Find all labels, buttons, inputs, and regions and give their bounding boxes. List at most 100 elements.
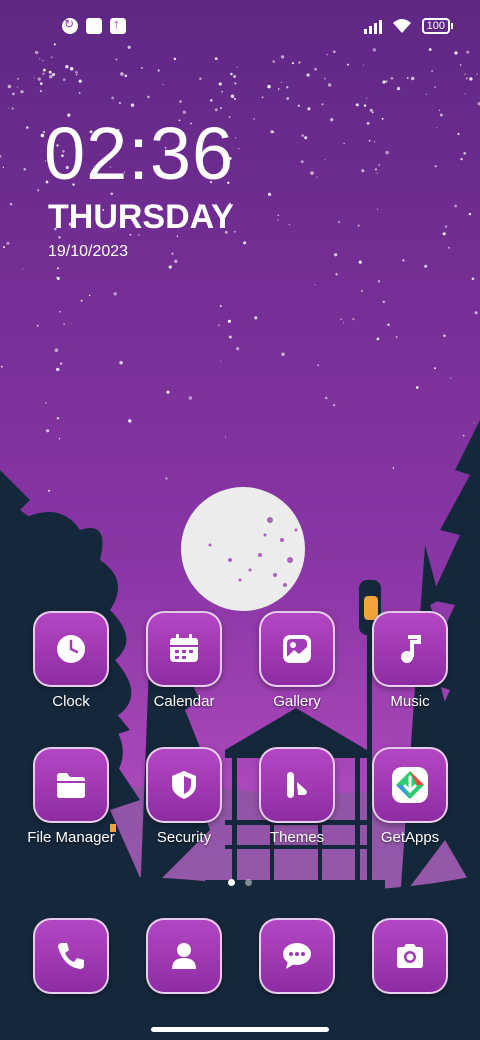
moon [181,487,305,611]
battery-level: 100 [426,20,445,32]
star [37,77,41,81]
star [42,72,45,75]
app-themes[interactable]: Themes [242,747,352,847]
app-tile[interactable] [372,918,448,994]
app-music[interactable]: Music [355,611,465,711]
star [324,158,326,160]
messages-icon [283,943,311,969]
clock-time[interactable]: 02:36 [44,112,234,196]
star [11,107,14,110]
app-tile[interactable] [146,918,222,994]
dock-phone[interactable] [16,918,126,994]
app-tile[interactable] [372,747,448,823]
star [267,192,272,196]
app-calendar[interactable]: Calendar [129,611,239,711]
app-getapps[interactable]: GetApps [355,747,465,847]
star [471,277,475,281]
gallery-icon [283,635,311,663]
star [40,82,43,85]
app-security[interactable]: Security [129,747,239,847]
star [395,336,398,338]
star [0,365,3,368]
star [88,294,91,297]
star [278,88,280,90]
clock-day: THURSDAY [48,198,234,236]
star [173,57,177,61]
app-tile[interactable] [33,747,109,823]
star [307,107,311,111]
app-tile[interactable] [146,747,222,823]
star [141,67,143,69]
star [270,130,274,134]
app-tile[interactable] [259,747,335,823]
star [301,134,304,137]
star [220,360,222,362]
clock-date: 19/10/2023 [48,243,129,260]
star [272,60,276,63]
app-tile[interactable] [259,918,335,994]
star [373,141,376,143]
star [377,279,381,283]
dock-camera[interactable] [355,918,465,994]
app-clock[interactable]: Clock [16,611,126,711]
star [343,322,345,324]
star [227,319,232,323]
star [371,111,374,114]
calendar-icon [170,634,198,662]
star [436,127,438,129]
star [288,223,291,226]
star [459,64,462,66]
star [48,70,52,74]
folder-icon [57,773,85,798]
star [230,72,233,76]
dock-messages[interactable] [242,918,352,994]
clock-icon [57,635,85,663]
app-label: Clock [52,693,90,710]
star [443,334,446,337]
star [366,122,370,125]
star [357,224,360,227]
star [179,100,182,103]
star [39,58,41,60]
page-dot[interactable] [245,879,252,886]
app-tile[interactable] [372,611,448,687]
star [362,64,364,66]
star [12,92,15,96]
star [415,386,419,389]
star [219,305,222,308]
page-dot-active[interactable] [228,879,235,886]
star [17,77,20,80]
star [254,316,258,320]
star [327,83,332,87]
star [425,93,427,95]
star [253,118,255,120]
home-indicator[interactable] [151,1027,329,1032]
app-tile[interactable] [146,611,222,687]
star [130,103,135,107]
app-tile[interactable] [259,611,335,687]
dock-contacts[interactable] [129,918,239,994]
app-tile[interactable] [33,918,109,994]
star [442,232,446,236]
star [385,80,388,83]
star [381,117,384,120]
app-tile[interactable] [33,611,109,687]
star [261,96,264,99]
star [376,172,378,174]
star [438,109,441,111]
star [218,324,220,326]
app-file-manager[interactable]: File Manager [16,747,126,847]
status-right-icons: 100 [363,18,454,34]
star [469,77,473,81]
star [188,396,193,400]
data-saver-icon [62,17,78,34]
star [171,252,174,255]
app-gallery[interactable]: Gallery [242,611,352,711]
star [445,225,448,228]
star [42,68,46,72]
star [113,292,117,296]
star [36,324,39,327]
star [218,82,222,86]
app-label: File Manager [27,829,115,846]
star [168,265,172,269]
